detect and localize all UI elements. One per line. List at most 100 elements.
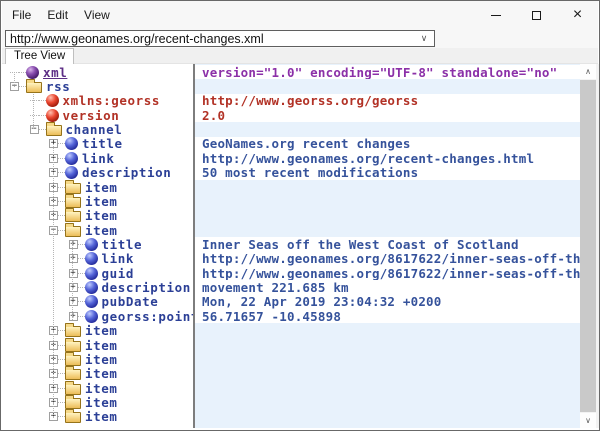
folder-icon[interactable] [65,398,81,409]
tree-node-label[interactable]: item [85,366,118,381]
tree-node-title[interactable]: +title [2,137,193,151]
tree-node-label[interactable]: title [82,136,123,151]
folder-icon[interactable] [65,341,81,352]
tree-node-version[interactable]: version [2,108,193,122]
expand-icon[interactable]: + [69,254,78,263]
element-icon[interactable] [85,267,98,280]
tree-node-label[interactable]: item [85,223,118,238]
tree-node-link[interactable]: + link [2,252,193,266]
value-panel: version="1.0" encoding="UTF-8" standalon… [195,64,580,428]
url-combobox[interactable]: ∨ [5,30,435,47]
minimize-icon [491,15,501,16]
element-icon[interactable] [85,281,98,294]
folder-icon[interactable] [65,211,81,222]
menu-view[interactable]: View [76,1,118,29]
tree-node-label[interactable]: item [85,194,118,209]
element-icon[interactable] [65,152,78,165]
vertical-scrollbar[interactable]: ∧ ∨ [580,64,596,428]
folder-icon[interactable] [65,197,81,208]
folder-icon[interactable] [65,226,81,237]
tree-node-label[interactable]: item [85,409,118,424]
expand-icon[interactable]: + [69,312,78,321]
tree-node-guid[interactable]: + guid [2,266,193,280]
folder-icon[interactable] [46,125,62,136]
tree-node-label[interactable]: item [85,381,118,396]
tree-node-xml[interactable]: xml [2,65,193,79]
tree-node-item[interactable]: +item [2,338,193,352]
menu-edit[interactable]: Edit [39,1,76,29]
tree-node-label[interactable]: item [85,208,118,223]
tree-node-item[interactable]: +item [2,381,193,395]
element-icon[interactable] [85,252,98,265]
tree-node-xmlns:georss[interactable]: xmlns:georss [2,94,193,108]
tree-node-description[interactable]: +description [2,166,193,180]
tree-node-label[interactable]: rss [46,79,70,94]
element-icon[interactable] [85,310,98,323]
folder-icon[interactable] [65,355,81,366]
title-bar: File Edit View × [2,1,598,29]
tree-node-description[interactable]: + description [2,280,193,294]
tree-node-item[interactable]: +item [2,410,193,424]
tree-node-item[interactable]: +item [2,395,193,409]
attribute-icon[interactable] [46,109,59,122]
tree-node-label[interactable]: item [85,352,118,367]
tree-node-label[interactable]: item [85,338,118,353]
tree-node-label[interactable]: description [82,165,171,180]
tree-node-label[interactable]: item [85,323,118,338]
tree-node-link[interactable]: +link [2,151,193,165]
expand-icon[interactable]: + [69,240,78,249]
tree-connector-line [58,143,65,144]
tree-node-label[interactable]: guid [102,266,135,281]
tree-node-label[interactable]: xmlns:georss [63,93,161,108]
tree-node-title[interactable]: + title [2,237,193,251]
element-icon[interactable] [85,238,98,251]
tree-node-label[interactable]: item [85,180,118,195]
tree-node-label[interactable]: item [85,395,118,410]
menu-file[interactable]: File [4,1,39,29]
tree-node-item[interactable]: +item [2,352,193,366]
tree-node-pubDate[interactable]: + pubDate [2,295,193,309]
folder-icon[interactable] [26,82,42,93]
tree-node-label[interactable]: link [82,151,115,166]
tree-node-item[interactable]: +item [2,209,193,223]
tab-tree-view[interactable]: Tree View [5,48,74,64]
tree-node-label[interactable]: pubDate [102,294,159,309]
element-icon[interactable] [85,295,98,308]
tree-node-label[interactable]: title [102,237,143,252]
xml-declaration-icon[interactable] [26,66,39,79]
tree-node-item[interactable]: +item [2,323,193,337]
maximize-button[interactable] [516,1,557,29]
tree-node-item[interactable]: +item [2,180,193,194]
element-icon[interactable] [65,137,78,150]
collapse-icon[interactable]: − [30,125,39,134]
folder-icon[interactable] [65,384,81,395]
tree-node-label[interactable]: xml [43,65,67,80]
expand-icon[interactable]: + [69,283,78,292]
scroll-down-icon[interactable]: ∨ [580,413,596,428]
url-input[interactable] [6,31,414,46]
folder-icon[interactable] [65,369,81,380]
tree-node-label[interactable]: version [63,108,120,123]
tree-node-label[interactable]: channel [66,122,123,137]
folder-icon[interactable] [65,183,81,194]
tree-node-item[interactable]: −item [2,223,193,237]
tree-node-rss[interactable]: −rss [2,79,193,93]
close-button[interactable]: × [557,1,598,29]
tree-node-label[interactable]: description [102,280,191,295]
scroll-up-icon[interactable]: ∧ [580,64,596,79]
chevron-down-icon[interactable]: ∨ [414,33,434,44]
expand-icon[interactable]: + [69,297,78,306]
scrollbar-thumb[interactable] [580,80,596,412]
tree-node-label[interactable]: link [102,251,135,266]
tree-node-item[interactable]: +item [2,194,193,208]
folder-icon[interactable] [65,326,81,337]
element-icon[interactable] [65,166,78,179]
expand-icon[interactable]: + [69,269,78,278]
folder-icon[interactable] [65,412,81,423]
tree-node-label[interactable]: georss:point [102,309,194,324]
tree-node-channel[interactable]: − channel [2,122,193,136]
minimize-button[interactable] [475,1,516,29]
tree-node-georss:point[interactable]: + georss:point [2,309,193,323]
tree-node-item[interactable]: +item [2,367,193,381]
attribute-icon[interactable] [46,94,59,107]
